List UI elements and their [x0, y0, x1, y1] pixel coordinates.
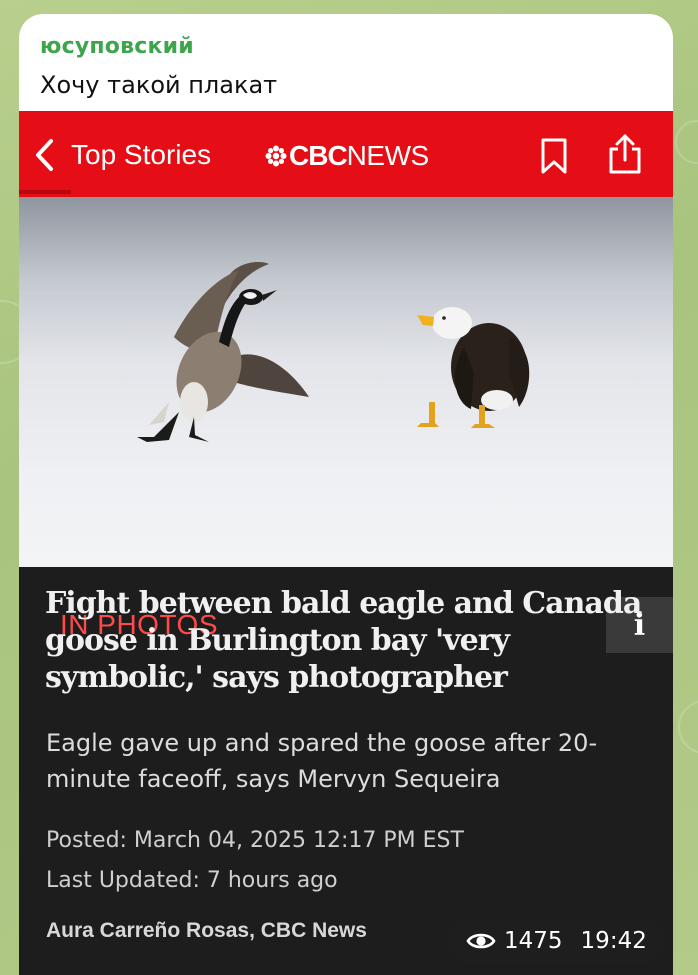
back-button[interactable]: Top Stories — [33, 135, 211, 175]
message-time: 19:42 — [580, 928, 647, 954]
message-bubble[interactable]: юсуповский Хочу такой плакат Top Stories — [19, 14, 673, 975]
share-icon[interactable] — [608, 133, 642, 175]
article-headline: Fight between bald eagle and Canada goos… — [45, 586, 642, 695]
background-doodle — [678, 700, 698, 754]
cbc-gem-icon — [265, 145, 287, 167]
last-updated: Last Updated: 7 hours ago — [46, 868, 338, 893]
cbc-news-logo: CBC NEWS — [265, 140, 430, 171]
article-meta: Posted: March 04, 2025 12:17 PM EST Last… — [46, 821, 646, 901]
app-header: Top Stories CBC NEWS — [19, 111, 673, 197]
bookmark-icon[interactable] — [540, 137, 568, 175]
eye-icon — [466, 933, 496, 949]
view-count: 1475 — [504, 928, 563, 954]
background-doodle — [675, 120, 698, 164]
logo-cbc-text: CBC — [289, 140, 348, 171]
tab-indicator — [19, 190, 71, 194]
article-byline: Aura Carreño Rosas, CBC News — [46, 919, 367, 942]
sender-name[interactable]: юсуповский — [40, 34, 194, 59]
back-label: Top Stories — [71, 139, 212, 170]
article-photo[interactable] — [19, 197, 673, 567]
article-deck: Eagle gave up and spared the goose after… — [46, 729, 598, 793]
attached-screenshot[interactable]: Top Stories CBC NEWS IN PHOTOS i Fight b… — [19, 111, 673, 975]
chevron-left-icon — [36, 139, 53, 171]
message-caption: Хочу такой плакат — [40, 71, 278, 99]
logo-news-text: NEWS — [346, 140, 430, 171]
posted-date: Posted: March 04, 2025 12:17 PM EST — [46, 828, 464, 853]
eagle-goose-photo — [19, 197, 673, 567]
message-stats: 1475 19:42 — [448, 918, 664, 964]
